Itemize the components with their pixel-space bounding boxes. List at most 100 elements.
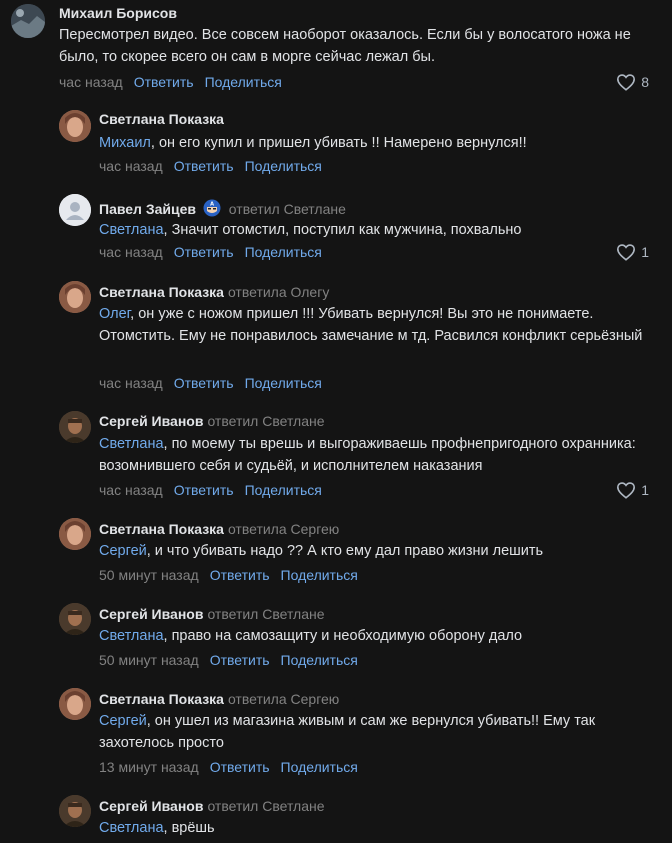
reply-button[interactable]: Ответить — [174, 244, 234, 260]
author-name[interactable]: Светлана Показка — [99, 284, 224, 300]
like-count: 1 — [641, 482, 649, 498]
share-button[interactable]: Поделиться — [281, 759, 358, 775]
share-button[interactable]: Поделиться — [281, 567, 358, 583]
mention-link[interactable]: Сергей — [99, 543, 147, 559]
reply-button[interactable]: Ответить — [174, 482, 234, 498]
comment-text: Светлана, Значит отомстил, поступил как … — [99, 219, 659, 241]
author-name[interactable]: Сергей Иванов — [99, 606, 203, 622]
reply-button[interactable]: Ответить — [174, 158, 234, 174]
reply-to-label: ответил Светлане — [207, 798, 325, 814]
comment-text: Светлана, по моему ты врешь и выгоражива… — [99, 433, 639, 477]
comment-time[interactable]: 50 минут назад — [99, 652, 199, 668]
avatar[interactable] — [59, 688, 91, 720]
comment-author: Павел Зайцев A ответил Светлане — [99, 199, 346, 217]
reply-to-label: ответила Олегу — [227, 284, 330, 300]
comment-meta: час назад Ответить Поделиться — [99, 482, 322, 498]
comment-text: Пересмотрел видео. Все совсем наоборот о… — [59, 24, 649, 68]
comment-body: , врёшь — [163, 820, 215, 836]
comment-body: , право на самозащиту и необходимую обор… — [163, 628, 523, 644]
comment-body: , он ушел из магазина живым и сам же вер… — [99, 713, 596, 751]
mention-link[interactable]: Светлана — [99, 436, 164, 452]
heart-outline-icon — [617, 482, 636, 499]
comment-time[interactable]: 13 минут назад — [99, 759, 199, 775]
author-name[interactable]: Сергей Иванов — [99, 413, 203, 429]
comment-time[interactable]: час назад — [59, 74, 123, 90]
mention-link[interactable]: Светлана — [99, 820, 164, 836]
avatar[interactable] — [59, 110, 91, 142]
comment-body: , Значит отомстил, поступил как мужчина,… — [163, 222, 522, 238]
share-button[interactable]: Поделиться — [245, 375, 322, 391]
comment-author: Светлана Показка ответила Сергею — [99, 691, 339, 707]
comment-body: , по моему ты врешь и выгораживаешь проф… — [99, 436, 636, 474]
comment-meta: час назад Ответить Поделиться — [99, 158, 322, 174]
avatar[interactable] — [59, 518, 91, 550]
author-name[interactable]: Светлана Показка — [99, 691, 224, 707]
comment-text: Сергей, он ушел из магазина живым и сам … — [99, 710, 651, 754]
comment-time[interactable]: час назад — [99, 482, 163, 498]
share-button[interactable]: Поделиться — [245, 482, 322, 498]
comment-author: Светлана Показка ответила Сергею — [99, 521, 339, 537]
comment-author: Сергей Иванов ответил Светлане — [99, 606, 325, 622]
reply-to-label: ответил Светлане — [207, 606, 325, 622]
comment-time[interactable]: час назад — [99, 375, 163, 391]
reply-to-label: ответил Светлане — [228, 201, 346, 217]
avatar[interactable] — [59, 603, 91, 635]
reply-to-label: ответил Светлане — [207, 413, 325, 429]
heart-outline-icon — [617, 74, 636, 91]
like-button[interactable]: 1 — [616, 243, 649, 261]
comment-author: Светлана Показка ответила Олегу — [99, 284, 329, 300]
avatar[interactable] — [59, 411, 91, 443]
comment-author: Сергей Иванов ответил Светлане — [99, 413, 325, 429]
share-button[interactable]: Поделиться — [281, 652, 358, 668]
comment-author: Сергей Иванов ответил Светлане — [99, 798, 325, 814]
comment-author[interactable]: Михаил Борисов — [59, 5, 177, 21]
author-name[interactable]: Сергей Иванов — [99, 798, 203, 814]
captain-america-emoji-icon: A — [203, 199, 221, 217]
avatar[interactable] — [59, 795, 91, 827]
reply-to-label: ответила Сергею — [227, 691, 340, 707]
comment-meta: 50 минут назад Ответить Поделиться — [99, 652, 358, 668]
like-button[interactable]: 1 — [616, 481, 649, 499]
comment-time[interactable]: 50 минут назад — [99, 567, 199, 583]
comment-body: Пересмотрел видео. Все совсем наоборот о… — [59, 27, 631, 65]
comment-time[interactable]: час назад — [99, 158, 163, 174]
comment-body: , он уже с ножом пришел !!! Убивать верн… — [99, 306, 643, 344]
comment-body: , и что убивать надо ?? А кто ему дал пр… — [146, 543, 544, 559]
comment-meta: 13 минут назад Ответить Поделиться — [99, 759, 358, 775]
like-count: 1 — [641, 244, 649, 260]
comment-text: Сергей, и что убивать надо ?? А кто ему … — [99, 540, 659, 562]
reply-button[interactable]: Ответить — [210, 567, 270, 583]
share-button[interactable]: Поделиться — [205, 74, 282, 90]
comment-author[interactable]: Светлана Показка — [99, 111, 224, 127]
avatar[interactable] — [59, 281, 91, 313]
reply-button[interactable]: Ответить — [210, 759, 270, 775]
author-name[interactable]: Павел Зайцев — [99, 201, 196, 217]
heart-outline-icon — [617, 244, 636, 261]
avatar[interactable] — [59, 194, 91, 226]
reply-button[interactable]: Ответить — [174, 375, 234, 391]
comment-time[interactable]: час назад — [99, 244, 163, 260]
comment-meta: час назад Ответить Поделиться — [99, 375, 322, 391]
comment-text: Михаил, он его купил и пришел убивать !!… — [99, 132, 659, 154]
reply-button[interactable]: Ответить — [134, 74, 194, 90]
comment-text: Светлана, право на самозащиту и необходи… — [99, 625, 659, 647]
comment-text: Светлана, врёшь — [99, 817, 659, 839]
mention-link[interactable]: Светлана — [99, 222, 164, 238]
share-button[interactable]: Поделиться — [245, 244, 322, 260]
mention-link[interactable]: Михаил — [99, 135, 151, 151]
comment-text: Олег, он уже с ножом пришел !!! Убивать … — [99, 303, 651, 347]
svg-text:A: A — [210, 202, 214, 208]
mention-link[interactable]: Светлана — [99, 628, 164, 644]
comment-meta: час назад Ответить Поделиться — [99, 244, 322, 260]
mention-link[interactable]: Олег — [99, 306, 130, 322]
like-button[interactable]: 8 — [616, 73, 649, 91]
avatar[interactable] — [11, 4, 45, 38]
mention-link[interactable]: Сергей — [99, 713, 147, 729]
share-button[interactable]: Поделиться — [245, 158, 322, 174]
author-name[interactable]: Светлана Показка — [99, 521, 224, 537]
comment-meta: 50 минут назад Ответить Поделиться — [99, 567, 358, 583]
reply-to-label: ответила Сергею — [227, 521, 340, 537]
comment-meta: час назад Ответить Поделиться — [59, 74, 282, 90]
comment-body: , он его купил и пришел убивать !! Намер… — [150, 135, 527, 151]
reply-button[interactable]: Ответить — [210, 652, 270, 668]
